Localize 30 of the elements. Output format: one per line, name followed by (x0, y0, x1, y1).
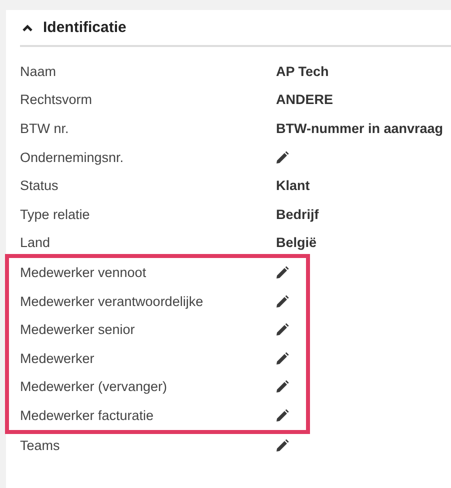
field-label: Medewerker (vervanger) (20, 379, 168, 394)
field-label: Medewerker facturatie (20, 408, 155, 423)
pencil-icon[interactable] (276, 352, 289, 365)
field-label: BTW nr. (20, 120, 70, 136)
field-value: AP Tech (276, 64, 329, 79)
field-label: Naam (20, 64, 58, 79)
field-label: Ondernemingsnr. (20, 150, 125, 165)
field-value: België (276, 235, 317, 250)
field-label: Status (20, 178, 60, 194)
pencil-icon[interactable] (276, 380, 289, 394)
field-value: Bedrijf (276, 206, 319, 222)
field-value: Klant (276, 178, 310, 194)
field-label: Teams (20, 438, 61, 453)
chevron-icon[interactable] (22, 24, 33, 32)
field-label: Medewerker vennoot (20, 264, 148, 280)
pencil-icon[interactable] (276, 438, 289, 452)
pencil-icon[interactable] (276, 150, 289, 164)
field-label: Medewerker senior (20, 322, 136, 338)
pencil-icon[interactable] (276, 323, 289, 336)
field-label: Type relatie (20, 206, 91, 222)
section-title: Identificatie (43, 19, 126, 36)
field-value: BTW-nummer in aanvraag (276, 120, 444, 136)
field-label: Rechtsvorm (20, 92, 94, 108)
pencil-icon[interactable] (276, 294, 289, 308)
pencil-icon[interactable] (276, 266, 289, 279)
field-label: Medewerker (20, 350, 96, 366)
pencil-icon[interactable] (276, 408, 289, 422)
field-label: Land (20, 235, 52, 250)
field-label: Medewerker verantwoordelijke (20, 294, 204, 309)
field-value: ANDERE (276, 92, 334, 108)
